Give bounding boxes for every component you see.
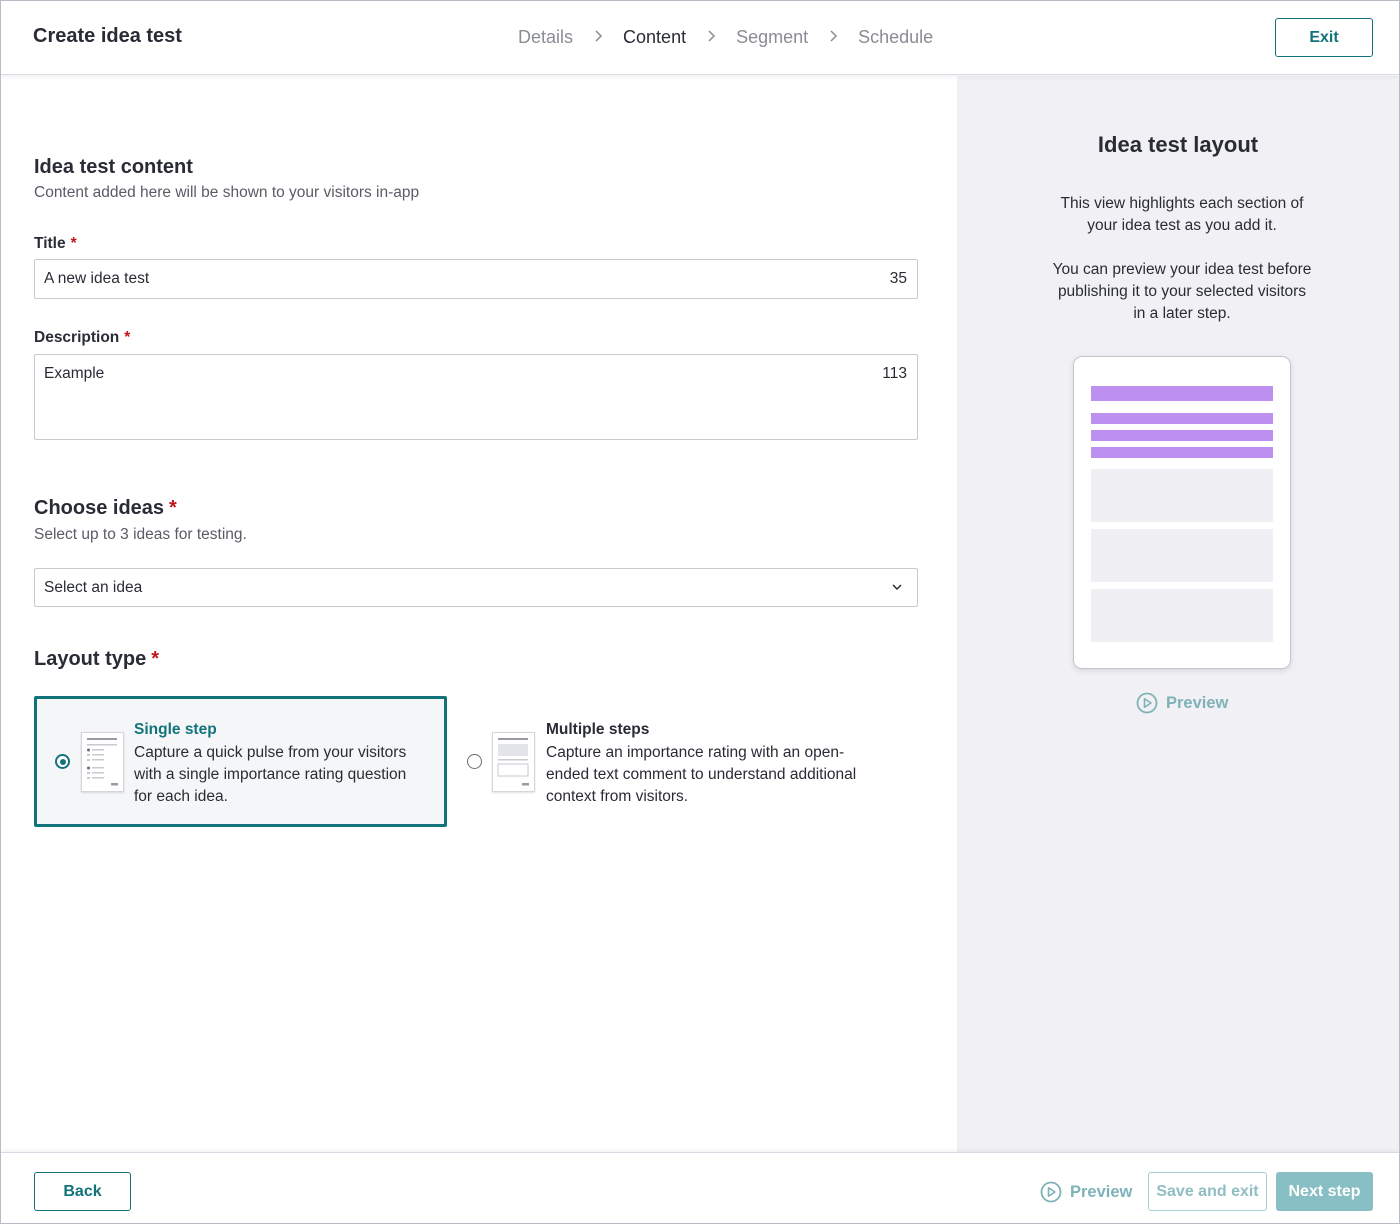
chevron-right-icon [573,29,623,47]
top-bar: Create idea test Details Content Segment… [1,1,1399,75]
layout-option-single-step[interactable]: Single step Capture a quick pulse from y… [34,696,447,827]
app-window: Create idea test Details Content Segment… [0,0,1400,1224]
multiple-steps-title: Multiple steps [546,721,650,738]
choose-ideas-title: Choose ideas * [34,497,177,519]
description-highlight-bar [1091,413,1273,424]
footer-preview-button[interactable]: Preview [1040,1181,1132,1203]
layout-option-multiple-steps[interactable]: Multiple steps Capture an importance rat… [450,696,918,827]
required-marker: * [169,497,177,519]
step-content[interactable]: Content [623,27,686,48]
chevron-right-icon [808,29,858,47]
step-schedule[interactable]: Schedule [858,27,933,48]
multiple-steps-thumbnail-icon [492,732,535,792]
wizard-stepper: Details Content Segment Schedule [518,27,933,48]
save-and-exit-button[interactable]: Save and exit [1148,1172,1267,1211]
chevron-down-icon [892,584,902,591]
title-char-count: 35 [889,270,907,287]
single-step-description: Capture a quick pulse from your visitors… [134,744,407,805]
page-title: Create idea test [33,25,182,47]
play-circle-icon [1040,1181,1062,1203]
device-preview-mockup [1073,356,1291,669]
preview-panel-title: Idea test layout [1097,132,1259,157]
back-button[interactable]: Back [34,1172,131,1211]
required-marker: * [70,235,77,252]
single-step-radio[interactable] [55,754,70,769]
required-marker: * [151,648,160,670]
choose-ideas-subtitle: Select up to 3 ideas for testing. [34,526,247,543]
description-label: Description * [34,329,131,346]
step-segment[interactable]: Segment [736,27,808,48]
title-label: Title * [34,235,77,252]
footer-bar: Back Preview Save and exit Next step [1,1152,1399,1223]
layout-preview-panel: Idea test layout This view highlights ea… [957,76,1399,1152]
idea-select[interactable]: Select an idea [34,568,918,607]
idea-placeholder-block [1091,589,1273,642]
title-highlight-bar [1091,386,1273,401]
layout-type-title: Layout type * [34,648,160,670]
content-section-subtitle: Content added here will be shown to your… [34,184,420,201]
next-step-button[interactable]: Next step [1276,1172,1373,1211]
single-step-thumbnail-icon [81,732,124,792]
single-step-title: Single step [134,721,217,738]
content-section-title: Idea test content [34,156,193,178]
description-highlight-bar [1091,430,1273,441]
title-input[interactable]: A new idea test 35 [34,259,918,299]
description-textarea[interactable]: Example 113 [34,354,918,440]
step-details[interactable]: Details [518,27,573,48]
play-circle-icon [1136,692,1158,714]
side-preview-link[interactable]: Preview [1136,692,1228,714]
required-marker: * [124,329,131,346]
exit-button[interactable]: Exit [1275,18,1373,57]
content-form: Idea test content Content added here wil… [1,76,957,1152]
description-input-value: Example [44,365,105,382]
description-char-count: 113 [882,365,907,382]
title-input-value: A new idea test [44,270,150,287]
idea-placeholder-block [1091,529,1273,582]
preview-panel-text-1: This view highlights each section of you… [1060,195,1304,234]
idea-select-value: Select an idea [44,579,143,596]
multiple-steps-radio[interactable] [467,754,482,769]
idea-placeholder-block [1091,469,1273,522]
chevron-right-icon [686,29,736,47]
preview-panel-text-2: You can preview your idea test before pu… [1052,261,1312,322]
multiple-steps-description: Capture an importance rating with an ope… [546,744,857,805]
description-highlight-bar [1091,447,1273,458]
